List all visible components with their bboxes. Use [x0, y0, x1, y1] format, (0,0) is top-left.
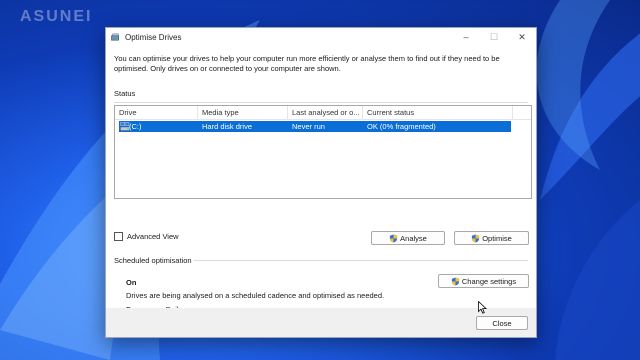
- defrag-app-icon: [111, 33, 119, 40]
- window-title: Optimise Drives: [125, 32, 182, 42]
- scheduled-optimisation-label: Scheduled optimisation: [114, 256, 192, 265]
- status-divider: [114, 102, 528, 103]
- optimise-drives-window: Optimise Drives – ☐ ✕ You can optimise y…: [105, 27, 537, 338]
- analyse-button[interactable]: Analyse: [371, 231, 445, 245]
- shield-icon: [451, 276, 459, 286]
- scheduled-divider: [194, 260, 528, 261]
- title-bar[interactable]: Optimise Drives – ☐ ✕: [106, 28, 536, 46]
- watermark-text: ASUNEI: [20, 8, 93, 25]
- dialog-content: You can optimise your drives to help you…: [106, 46, 536, 314]
- advanced-view-checkbox[interactable]: [114, 232, 123, 241]
- shield-icon: [390, 233, 398, 243]
- drive-last-analysed: Never run: [292, 122, 325, 131]
- column-header-current-status[interactable]: Current status: [363, 106, 513, 119]
- mouse-cursor-icon: [478, 301, 487, 314]
- change-settings-button-label: Change settings: [461, 276, 517, 286]
- drive-media-type: Hard disk drive: [202, 122, 253, 131]
- minimize-button[interactable]: –: [452, 28, 480, 46]
- analyse-button-label: Analyse: [400, 233, 427, 243]
- advanced-view-label: Advanced View: [127, 232, 179, 241]
- change-settings-button[interactable]: Change settings: [438, 274, 529, 288]
- shield-icon: [472, 233, 480, 243]
- drive-row-c[interactable]: (C:) Hard disk drive Never run OK (0% fr…: [119, 121, 511, 132]
- optimise-button-label: Optimise: [482, 233, 512, 243]
- column-header-last-analysed[interactable]: Last analysed or o...: [288, 106, 363, 119]
- drives-list[interactable]: Drive Media type Last analysed or o... C…: [114, 105, 532, 199]
- drive-current-status: OK (0% fragmented): [367, 122, 436, 131]
- optimise-button[interactable]: Optimise: [454, 231, 529, 245]
- dialog-footer: Close: [106, 308, 536, 337]
- close-button[interactable]: Close: [476, 316, 528, 330]
- advanced-view-option[interactable]: Advanced View: [114, 232, 179, 241]
- close-window-button[interactable]: ✕: [508, 28, 536, 46]
- drive-name: (C:): [129, 122, 142, 131]
- column-header-media-type[interactable]: Media type: [198, 106, 288, 119]
- schedule-state: On: [126, 278, 137, 287]
- column-header-drive[interactable]: Drive: [115, 106, 198, 119]
- schedule-description: Drives are being analysed on a scheduled…: [126, 291, 385, 300]
- close-button-label: Close: [492, 318, 512, 328]
- maximize-button[interactable]: ☐: [480, 28, 508, 46]
- intro-text: You can optimise your drives to help you…: [114, 54, 500, 73]
- status-label: Status: [114, 89, 136, 98]
- drives-list-header: Drive Media type Last analysed or o... C…: [115, 106, 531, 120]
